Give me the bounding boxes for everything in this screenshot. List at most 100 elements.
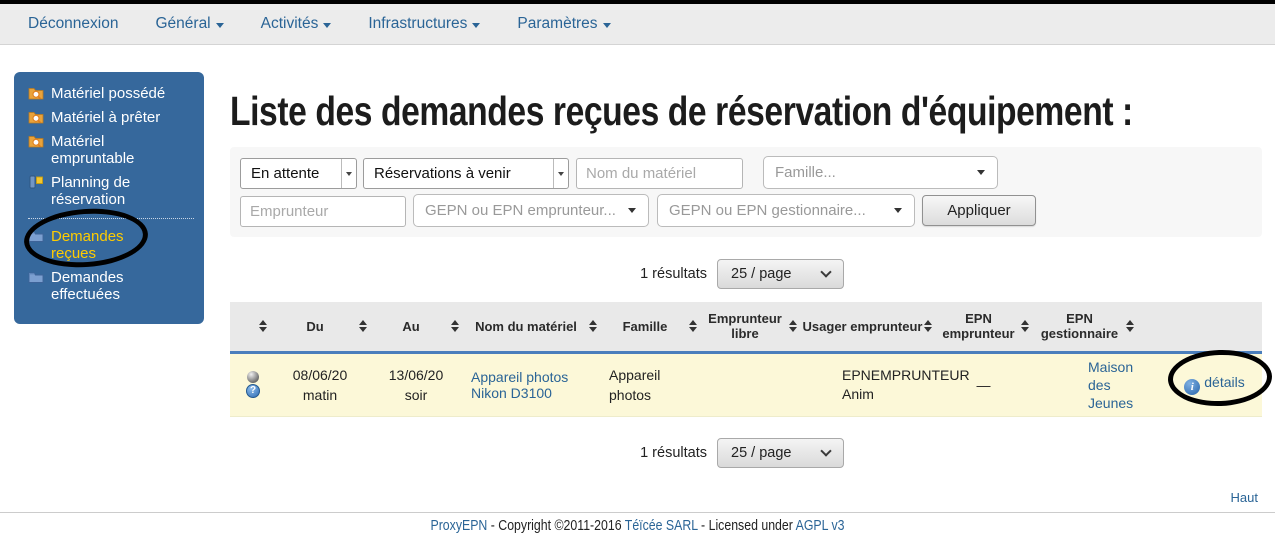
info-icon: i: [1184, 379, 1200, 395]
folder-search-icon: [28, 85, 44, 101]
details-link[interactable]: détails: [1204, 374, 1244, 390]
sidebar-item-label: Matériel à prêter: [51, 109, 160, 126]
sidebar-item-materiel-possede[interactable]: Matériel possédé: [28, 85, 196, 102]
nav-label: Général: [155, 15, 210, 33]
period-select[interactable]: Réservations à venir: [363, 158, 569, 189]
gepn-manager-value: GEPN ou EPN gestionnaire...: [658, 202, 894, 219]
sidebar-item-label: Matériel empruntable: [51, 133, 151, 167]
sidebar-menu: Matériel possédé Matériel à prêter Matér…: [14, 72, 204, 324]
borrower-input[interactable]: [240, 196, 406, 227]
folder-icon: [28, 228, 44, 244]
du-cell: 08/06/20 matin: [270, 352, 370, 416]
material-name-input[interactable]: [576, 158, 743, 189]
material-link[interactable]: Appareil photos Nikon D3100: [471, 369, 568, 401]
page-size-value: 25 / page: [731, 445, 791, 461]
chevron-down-icon: [628, 208, 636, 213]
back-to-top-link[interactable]: Haut: [1231, 490, 1258, 505]
nav-parametres[interactable]: Paramètres: [517, 15, 610, 33]
results-count-top: 1 résultats: [230, 266, 707, 282]
nav-activites[interactable]: Activités: [261, 15, 332, 33]
chevron-down-icon: [553, 159, 568, 188]
column-header-famille[interactable]: Famille: [600, 302, 700, 352]
borrower-free-cell: [700, 352, 800, 416]
sort-icon[interactable]: [1126, 320, 1134, 332]
nav-general[interactable]: Général: [155, 15, 223, 33]
chevron-down-icon: [820, 445, 831, 456]
gepn-borrower-value: GEPN ou EPN emprunteur...: [414, 202, 628, 219]
apply-button[interactable]: Appliquer: [922, 195, 1036, 226]
nav-label: Déconnexion: [28, 15, 118, 33]
family-dropdown-value: Famille...: [764, 164, 977, 181]
footer-copyright: ProxyEPN - Copyright ©2011-2016 Téïcée S…: [96, 518, 1180, 534]
chevron-down-icon: [323, 23, 331, 28]
column-header-usager-emprunteur[interactable]: Usager emprunteur: [800, 302, 935, 352]
au-cell: 13/06/20 soir: [370, 352, 462, 416]
user-borrower-cell: EPNEMPRUNTEUR Anim: [800, 352, 935, 416]
proxyepn-page: Déconnexion Général Activités Infrastruc…: [0, 0, 1275, 552]
sidebar-item-label: Demandes effectuées: [51, 269, 141, 303]
proxyepn-link[interactable]: ProxyEPN: [430, 518, 487, 534]
column-header-epn-emprunteur[interactable]: EPN emprunteur: [935, 302, 1032, 352]
sidebar-item-label: Matériel possédé: [51, 85, 165, 102]
sidebar-item-label: Demandes reçues: [51, 228, 131, 262]
help-icon[interactable]: ?: [246, 384, 260, 398]
nav-label: Activités: [261, 15, 319, 33]
column-header-nom-materiel[interactable]: Nom du matériel: [462, 302, 600, 352]
top-navbar: Déconnexion Général Activités Infrastruc…: [0, 4, 1275, 45]
column-header-du[interactable]: Du: [270, 302, 370, 352]
nav-label: Paramètres: [517, 15, 597, 33]
epn-manager-cell: Maison des Jeunes: [1032, 352, 1137, 416]
sort-icon[interactable]: [1021, 320, 1029, 332]
planning-icon: [28, 174, 44, 190]
family-dropdown[interactable]: Famille...: [763, 156, 998, 189]
sort-icon[interactable]: [451, 320, 459, 332]
sort-icon[interactable]: [789, 320, 797, 332]
epn-manager-link[interactable]: Maison des Jeunes: [1088, 395, 1137, 411]
column-header-details: [1137, 302, 1262, 352]
page-size-value: 25 / page: [731, 266, 791, 282]
chevron-down-icon: [820, 266, 831, 277]
gepn-borrower-dropdown[interactable]: GEPN ou EPN emprunteur...: [413, 194, 649, 227]
column-header-status[interactable]: [230, 302, 270, 352]
column-header-emprunteur-libre[interactable]: Emprunteur libre: [700, 302, 800, 352]
family-cell: Appareil photos: [600, 352, 700, 416]
sort-icon[interactable]: [589, 320, 597, 332]
results-count-bottom: 1 résultats: [230, 445, 707, 461]
agpl-link[interactable]: AGPL v3: [796, 518, 845, 534]
sidebar-item-materiel-empruntable[interactable]: Matériel empruntable: [28, 133, 196, 167]
sidebar-item-planning-reservation[interactable]: Planning de réservation: [28, 174, 196, 208]
column-header-epn-gestionnaire[interactable]: EPN gestionnaire: [1032, 302, 1137, 352]
status-select-value: En attente: [241, 165, 341, 182]
sidebar-item-demandes-recues[interactable]: Demandes reçues: [28, 228, 196, 262]
status-select[interactable]: En attente: [240, 158, 357, 189]
column-header-au[interactable]: Au: [370, 302, 462, 352]
chevron-down-icon: [472, 23, 480, 28]
teicee-link[interactable]: Téïcée SARL: [625, 518, 698, 534]
chevron-down-icon: [894, 208, 902, 213]
sidebar-item-label: Planning de réservation: [51, 174, 146, 208]
filter-panel: En attente Réservations à venir Famille.…: [230, 147, 1262, 237]
reservations-table: Du Au Nom du matériel Famille Emprunteur…: [230, 302, 1262, 417]
chevron-down-icon: [216, 23, 224, 28]
status-orb-icon: [247, 371, 259, 383]
sidebar-item-materiel-a-preter[interactable]: Matériel à prêter: [28, 109, 196, 126]
nav-deconnexion[interactable]: Déconnexion: [28, 15, 118, 33]
status-cell: ?: [230, 352, 270, 416]
sort-icon[interactable]: [689, 320, 697, 332]
footer-divider: [0, 512, 1275, 513]
sort-icon[interactable]: [259, 320, 267, 332]
nav-infrastructures[interactable]: Infrastructures: [368, 15, 480, 33]
page-size-select-top[interactable]: 25 / page: [717, 259, 844, 289]
nav-label: Infrastructures: [368, 15, 467, 33]
sort-icon[interactable]: [359, 320, 367, 332]
sort-icon[interactable]: [924, 320, 932, 332]
folder-icon: [28, 269, 44, 285]
table-row: ? 08/06/20 matin 13/06/20 soir Appareil …: [230, 352, 1262, 416]
folder-search-icon: [28, 133, 44, 149]
page-title: Liste des demandes reçues de réservation…: [230, 88, 1133, 135]
sidebar-divider: [28, 218, 194, 219]
chevron-down-icon: [603, 23, 611, 28]
gepn-manager-dropdown[interactable]: GEPN ou EPN gestionnaire...: [657, 194, 915, 227]
page-size-select-bottom[interactable]: 25 / page: [717, 438, 844, 468]
sidebar-item-demandes-effectuees[interactable]: Demandes effectuées: [28, 269, 196, 303]
